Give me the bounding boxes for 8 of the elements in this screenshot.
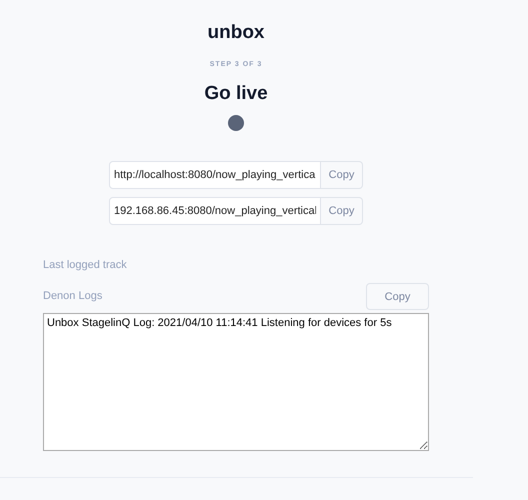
url-field[interactable]: 192.168.86.45:8080/now_playing_vertical bbox=[109, 197, 321, 225]
page-heading: Go live bbox=[204, 83, 268, 105]
app-title: unbox bbox=[208, 22, 264, 44]
log-textarea[interactable]: Unbox StagelinQ Log: 2021/04/10 11:14:41 Listening for devices for 5s bbox=[43, 313, 429, 451]
url-field[interactable]: http://localhost:8080/now_playing_vertica bbox=[109, 161, 321, 189]
logs-label: Denon Logs bbox=[43, 290, 102, 302]
status-dot-icon bbox=[228, 115, 244, 131]
last-track-label: Last logged track bbox=[43, 259, 128, 271]
